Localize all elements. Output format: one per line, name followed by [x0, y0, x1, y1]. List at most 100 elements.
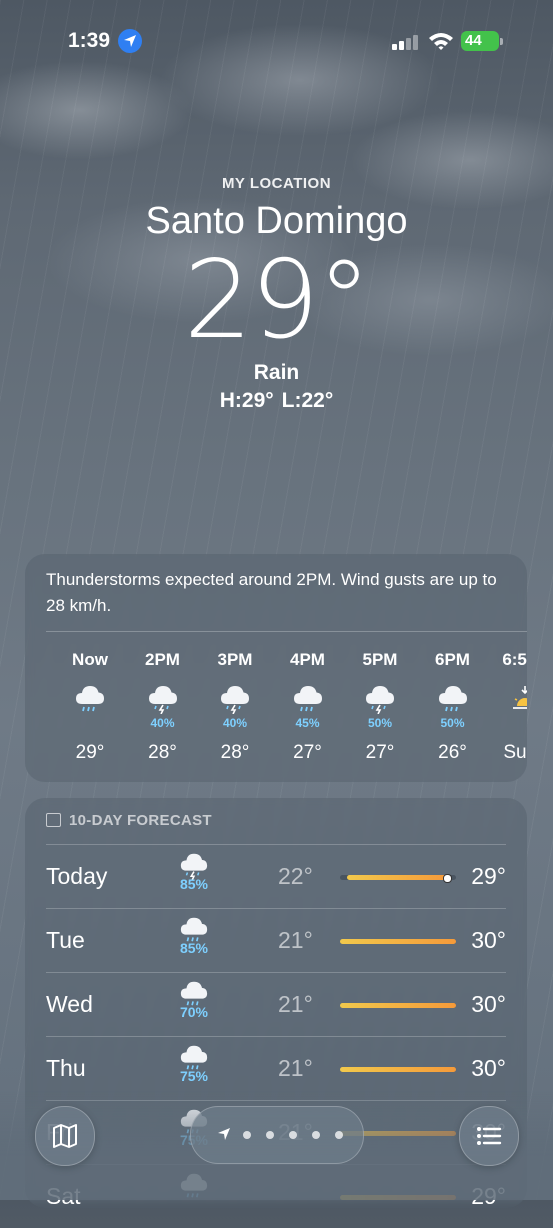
daily-row[interactable]: Tue 85% 21° 30° — [46, 908, 506, 972]
map-button[interactable] — [35, 1106, 95, 1166]
battery-icon: 44 — [461, 31, 503, 51]
ten-day-header: 10-DAY FORECAST — [46, 812, 212, 829]
battery-level: 44 — [465, 32, 482, 49]
rain-cloud-icon: 45% — [272, 682, 344, 732]
page-dot[interactable] — [243, 1131, 251, 1139]
map-icon — [53, 1124, 77, 1148]
temp-range-fill — [340, 1195, 456, 1200]
temp-range-bar — [340, 874, 456, 883]
hour-temp: 29° — [75, 742, 105, 763]
forecast-summary: Thunderstorms expected around 2PM. Wind … — [46, 570, 497, 615]
low-temp: 21° — [278, 1055, 313, 1081]
precip-chance: 85% — [179, 940, 209, 956]
precip-chance: 85% — [179, 876, 209, 892]
hour-temp: 26° — [438, 742, 467, 763]
high-temp: 29° — [471, 863, 506, 889]
list-icon — [477, 1127, 502, 1145]
rain-cloud-icon: 75% — [174, 1042, 214, 1096]
thunderstorm-icon: 85% — [174, 850, 214, 904]
hourly-item: 6PM 50% 26° — [417, 650, 489, 764]
ten-day-title: 10-DAY FORECAST — [69, 812, 212, 829]
page-dot[interactable] — [266, 1131, 274, 1139]
thunderstorm-icon: 40% — [199, 682, 271, 732]
hourly-item: Now 29° — [54, 650, 126, 764]
thunderstorm-icon: 50% — [344, 682, 416, 732]
hour-temp: Suns — [503, 742, 527, 763]
hour-label: 6PM — [435, 650, 470, 669]
temp-range-bar — [340, 939, 456, 944]
hour-label: Now — [72, 650, 108, 669]
divider — [46, 631, 527, 632]
precip-chance: 45% — [295, 716, 320, 730]
hour-temp: 27° — [365, 742, 395, 763]
page-dot[interactable] — [289, 1131, 297, 1139]
city-name: Santo Domingo — [145, 200, 408, 242]
precip-chance: 50% — [440, 716, 465, 730]
daily-rows: Today 85% 22° 29° Tue 85% 21° 30° Wed 70% 21° 30° Th… — [25, 844, 527, 1228]
hourly-item: 3PM 40% 28° — [199, 650, 271, 764]
precip-chance: 40% — [222, 716, 248, 730]
daily-row[interactable]: Wed 70% 21° 30° — [46, 972, 506, 1036]
precip-chance: 70% — [179, 1004, 209, 1020]
low-temp: 21° — [278, 991, 313, 1017]
hour-label: 6:56P — [502, 650, 527, 669]
day-label: Wed — [46, 991, 93, 1017]
current-temperature: 29° — [183, 238, 371, 363]
day-label: Tue — [46, 927, 85, 953]
location-arrow-icon — [118, 29, 142, 53]
location-pager[interactable] — [190, 1106, 364, 1164]
hour-label: 4PM — [290, 650, 325, 669]
page-dot[interactable] — [312, 1131, 320, 1139]
hourly-item: 2PM 40% 28° — [127, 650, 199, 764]
temp-range-bar — [340, 1067, 456, 1072]
daily-row[interactable]: Today 85% 22° 29° — [46, 844, 506, 908]
precip-chance: 40% — [150, 716, 175, 730]
sunset-icon — [489, 682, 527, 732]
location-label: MY LOCATION — [221, 175, 332, 192]
hourly-item: 5PM 50% 27° — [344, 650, 416, 764]
rain-cloud-icon: 70% — [174, 978, 214, 1032]
locations-list-button[interactable] — [459, 1106, 519, 1166]
temp-range-fill — [340, 939, 456, 944]
current-temp-dot — [442, 874, 452, 883]
high-temp: 30° — [471, 927, 506, 953]
day-label: Today — [46, 863, 108, 889]
rain-cloud-icon — [174, 1170, 214, 1224]
hourly-scroller[interactable]: Now 29° 2PM 40% 28° 3PM 40% 28° 4PM 45% 27° 5PM 50% 2… — [25, 650, 527, 782]
low-temp: L:22° — [281, 389, 334, 412]
daily-row[interactable]: Sat 29° — [46, 1164, 506, 1228]
day-label: Thu — [46, 1055, 86, 1081]
high-low: H:29° L:22° — [0, 389, 553, 413]
high-temp: 30° — [471, 1055, 506, 1081]
page-dot[interactable] — [335, 1131, 343, 1139]
temp-range-fill — [340, 1067, 456, 1072]
hour-temp: 27° — [293, 742, 322, 763]
daily-row[interactable]: Thu 75% 21° 30° — [46, 1036, 506, 1100]
high-temp: 29° — [471, 1183, 506, 1209]
current-location-icon — [218, 1128, 230, 1140]
hour-label: 2PM — [145, 650, 180, 669]
hourly-forecast-card[interactable]: Thunderstorms expected around 2PM. Wind … — [25, 554, 527, 782]
current-weather: MY LOCATION Santo Domingo 29° Rain H:29°… — [0, 175, 553, 413]
low-temp: 21° — [278, 927, 313, 953]
rain-cloud-icon: 50% — [417, 682, 489, 732]
hour-temp: 28° — [220, 742, 250, 763]
rain-cloud-icon — [54, 682, 126, 732]
wifi-icon — [428, 31, 454, 56]
hourly-item: 4PM 45% 27° — [272, 650, 344, 764]
day-label: Sat — [46, 1183, 81, 1209]
hourly-item: 6:56P Suns — [489, 650, 527, 764]
status-time: 1:39 — [68, 29, 111, 52]
hour-label: 3PM — [217, 650, 253, 669]
calendar-icon — [46, 813, 61, 827]
rain-cloud-icon: 85% — [174, 914, 214, 968]
low-temp: 22° — [278, 863, 313, 889]
thunderstorm-icon: 40% — [127, 682, 199, 732]
high-temp: 30° — [471, 991, 506, 1017]
status-bar: 1:39 44 — [0, 0, 553, 80]
temp-range-fill — [340, 1003, 456, 1008]
temp-range-fill — [346, 875, 447, 880]
precip-chance: 50% — [367, 716, 393, 730]
high-temp: H:29° — [219, 389, 274, 412]
cellular-signal-icon — [392, 34, 420, 50]
